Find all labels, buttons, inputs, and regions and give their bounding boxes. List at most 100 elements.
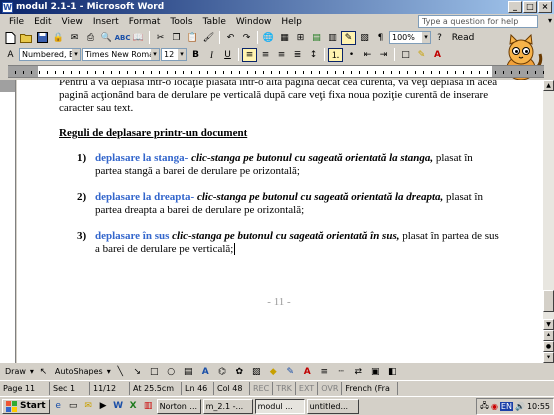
print-preview-icon[interactable]: 🔍 xyxy=(99,31,114,45)
font-size-select[interactable]: 12 xyxy=(161,48,187,61)
format-painter-icon[interactable]: 🖌 xyxy=(201,31,216,45)
oval-icon[interactable]: ○ xyxy=(164,365,179,379)
status-language[interactable]: French (Fra xyxy=(342,381,399,395)
line-color-icon[interactable]: ✎ xyxy=(283,365,298,379)
highlight-icon[interactable]: ✎ xyxy=(414,48,429,62)
menu-help[interactable]: Help xyxy=(276,15,307,29)
styles-pane-icon[interactable]: A xyxy=(3,48,18,62)
justify-icon[interactable]: ≣ xyxy=(290,48,305,62)
draw-menu-arrow-icon[interactable]: ▾ xyxy=(30,367,34,376)
arrow-icon[interactable]: ↘ xyxy=(130,365,145,379)
document-area[interactable]: Pentru a vă deplasa într-o locaţie plasa… xyxy=(17,80,544,363)
start-button[interactable]: Start xyxy=(2,398,50,414)
border-icon[interactable]: □ xyxy=(398,48,413,62)
new-document-icon[interactable] xyxy=(3,31,18,45)
autoshapes-menu[interactable]: AutoShapes xyxy=(53,367,105,376)
paste-icon[interactable]: 📋 xyxy=(185,31,200,45)
ask-question-input[interactable]: Type a question for help xyxy=(418,15,538,28)
minimize-button[interactable]: _ xyxy=(508,1,522,13)
picture-icon[interactable]: ▨ xyxy=(249,365,264,379)
font-select[interactable]: Times New Roman xyxy=(82,48,160,61)
media-quicklaunch-icon[interactable]: ▶ xyxy=(97,400,110,413)
antivirus-icon[interactable]: ◉ xyxy=(491,402,498,411)
document-page[interactable]: Pentru a vă deplasa într-o locaţie plasa… xyxy=(59,80,499,309)
status-rec[interactable]: REC xyxy=(250,381,274,395)
browser-quicklaunch-icon[interactable]: e xyxy=(52,400,65,413)
drawbar-font-color-icon[interactable]: A xyxy=(300,365,315,379)
status-trk[interactable]: TRK xyxy=(273,381,296,395)
select-objects-icon[interactable]: ↖ xyxy=(36,365,51,379)
vertical-scroll-thumb[interactable] xyxy=(543,290,554,312)
task-m21[interactable]: m_2.1 -... xyxy=(202,398,253,414)
wordart-icon[interactable]: A xyxy=(198,365,213,379)
dash-style-icon[interactable]: ┄ xyxy=(334,365,349,379)
cut-icon[interactable]: ✂ xyxy=(153,31,168,45)
line-spacing-icon[interactable]: ↕ xyxy=(306,48,321,62)
select-browse-object-icon[interactable]: ● xyxy=(543,341,554,352)
hyperlink-icon[interactable]: 🌐 xyxy=(261,31,276,45)
menu-edit[interactable]: Edit xyxy=(29,15,56,29)
next-page-icon[interactable]: ⯆ xyxy=(543,352,554,363)
research-icon[interactable]: 📖 xyxy=(131,31,146,45)
word-app-icon[interactable]: W xyxy=(2,1,13,13)
tables-borders-icon[interactable]: ▦ xyxy=(277,31,292,45)
ask-dropdown-icon[interactable]: ▾ xyxy=(548,16,552,25)
vertical-ruler[interactable] xyxy=(0,80,16,363)
help-icon[interactable]: ? xyxy=(432,31,447,45)
line-icon[interactable]: ╲ xyxy=(113,365,128,379)
menu-window[interactable]: Window xyxy=(231,15,277,29)
scroll-up-icon[interactable]: ▲ xyxy=(543,80,554,91)
increase-indent-icon[interactable]: ⇥ xyxy=(376,48,391,62)
menu-tools[interactable]: Tools xyxy=(165,15,197,29)
shadow-icon[interactable]: ▣ xyxy=(368,365,383,379)
word-quicklaunch-icon[interactable]: W xyxy=(112,400,125,413)
task-norton[interactable]: Norton ... xyxy=(156,398,201,414)
task-untitled[interactable]: untitled... xyxy=(306,398,359,414)
zoom-select[interactable]: 100% xyxy=(389,31,431,44)
italic-icon[interactable]: I xyxy=(204,48,219,62)
3d-icon[interactable]: ◧ xyxy=(385,365,400,379)
menu-table[interactable]: Table xyxy=(198,15,231,29)
chart-quicklaunch-icon[interactable]: ▥ xyxy=(142,400,155,413)
language-indicator[interactable]: EN xyxy=(499,402,513,411)
menu-insert[interactable]: Insert xyxy=(88,15,124,29)
outlook-quicklaunch-icon[interactable]: ✉ xyxy=(82,400,95,413)
volume-icon[interactable]: 🔊 xyxy=(515,402,525,411)
align-right-icon[interactable]: ≡ xyxy=(274,48,289,62)
undo-icon[interactable]: ↶ xyxy=(223,31,238,45)
numbering-icon[interactable]: ⒈ xyxy=(328,47,343,62)
task-modul[interactable]: modul ... xyxy=(254,398,305,414)
underline-icon[interactable]: U xyxy=(220,48,235,62)
clock[interactable]: 10:55 xyxy=(527,402,550,411)
line-style-icon[interactable]: ≡ xyxy=(317,365,332,379)
menu-view[interactable]: View xyxy=(57,15,88,29)
style-select[interactable]: Numbered, Bold xyxy=(19,48,81,61)
redo-icon[interactable]: ↷ xyxy=(239,31,254,45)
show-hide-icon[interactable]: ¶ xyxy=(373,31,388,45)
align-center-icon[interactable]: ≡ xyxy=(258,48,273,62)
email-icon[interactable]: ✉ xyxy=(67,31,82,45)
menu-file[interactable]: File xyxy=(4,15,29,29)
spelling-icon[interactable]: ABC xyxy=(115,31,131,45)
document-map-icon[interactable]: ▧ xyxy=(357,31,372,45)
menu-format[interactable]: Format xyxy=(124,15,166,29)
close-button[interactable]: × xyxy=(538,1,552,13)
copy-icon[interactable]: ❐ xyxy=(169,31,184,45)
draw-menu[interactable]: Draw xyxy=(3,367,28,376)
network-icon[interactable]: 🖧 xyxy=(480,400,489,414)
diagram-icon[interactable]: ⌬ xyxy=(215,365,230,379)
bullets-icon[interactable]: • xyxy=(344,48,359,62)
open-folder-icon[interactable] xyxy=(19,31,34,45)
maximize-button[interactable]: □ xyxy=(523,1,537,13)
permission-icon[interactable]: 🔒 xyxy=(51,31,66,45)
align-left-icon[interactable]: ≡ xyxy=(242,47,257,62)
insert-table-icon[interactable]: ⊞ xyxy=(293,31,308,45)
horizontal-ruler[interactable] xyxy=(8,65,544,78)
text-box-icon[interactable]: ▤ xyxy=(181,365,196,379)
rectangle-icon[interactable]: □ xyxy=(147,365,162,379)
fill-color-icon[interactable]: ◆ xyxy=(266,365,281,379)
status-ovr[interactable]: OVR xyxy=(318,381,343,395)
autoshapes-arrow-icon[interactable]: ▾ xyxy=(107,367,111,376)
insert-excel-icon[interactable]: ▤ xyxy=(309,31,324,45)
status-ext[interactable]: EXT xyxy=(296,381,319,395)
